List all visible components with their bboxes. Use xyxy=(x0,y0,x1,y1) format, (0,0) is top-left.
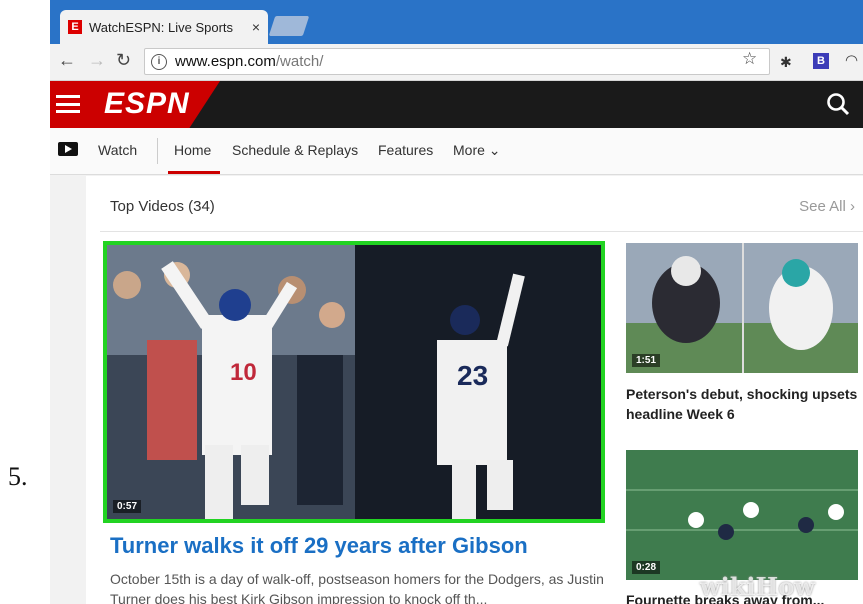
url-host: www.espn.com xyxy=(175,53,276,70)
bookmark-star-icon[interactable]: ☆ xyxy=(742,49,757,69)
reload-icon[interactable]: ↻ xyxy=(116,50,131,71)
back-arrow-icon[interactable]: ← xyxy=(58,50,76,71)
puzzle-extension-icon[interactable]: ✱ xyxy=(780,54,792,71)
browser-tab[interactable]: E WatchESPN: Live Sports × xyxy=(60,10,268,44)
tab-title: WatchESPN: Live Sports xyxy=(89,19,234,35)
step-number: 5. xyxy=(8,462,28,491)
extension-b-icon[interactable]: B xyxy=(813,53,829,69)
browser-screenshot: E WatchESPN: Live Sports × ← → ↻ i www.e… xyxy=(50,0,863,604)
nav-divider xyxy=(157,138,158,164)
side-video-thumbnail[interactable]: 1:51 xyxy=(626,243,858,373)
wikihow-watermark: wikiHow xyxy=(700,572,815,601)
svg-text:10: 10 xyxy=(230,359,257,386)
side-video-title[interactable]: Peterson's debut, shocking upsets headli… xyxy=(626,384,858,424)
tab-strip: E WatchESPN: Live Sports × xyxy=(50,0,863,44)
espn-logo[interactable]: ESPN xyxy=(104,87,190,121)
video-duration: 0:57 xyxy=(113,500,142,513)
video-duration: 0:28 xyxy=(632,561,661,574)
forward-arrow-icon[interactable]: → xyxy=(88,50,106,71)
watch-play-icon[interactable] xyxy=(58,142,78,156)
sub-navigation: Watch Home Schedule & Replays Features M… xyxy=(50,128,863,175)
new-tab-button[interactable] xyxy=(268,16,310,36)
football-field-photo xyxy=(626,450,858,580)
featured-video-headline[interactable]: Turner walks it off 29 years after Gibso… xyxy=(110,533,528,559)
menu-icon[interactable] xyxy=(56,95,80,113)
info-icon[interactable]: i xyxy=(151,53,167,70)
svg-text:23: 23 xyxy=(457,360,488,391)
nav-home[interactable]: Home xyxy=(174,142,211,158)
football-photo xyxy=(626,243,858,373)
side-video-thumbnail[interactable]: 0:28 xyxy=(626,450,858,580)
speedometer-icon[interactable]: ◠ xyxy=(845,51,858,69)
nav-schedule-replays[interactable]: Schedule & Replays xyxy=(232,142,358,158)
nav-more[interactable]: More ⌄ xyxy=(453,142,501,159)
espn-header: ESPN xyxy=(50,81,863,128)
active-tab-indicator xyxy=(168,171,220,174)
featured-video-description: October 15th is a day of walk-off, posts… xyxy=(110,571,604,604)
search-icon[interactable] xyxy=(825,91,851,117)
browser-toolbar: ← → ↻ i www.espn.com/watch/ ☆ ✱ B ◠ xyxy=(50,44,863,81)
section-title: Top Videos (34) xyxy=(110,198,215,215)
baseball-photo: 10 23 xyxy=(107,245,601,519)
url-path: /watch/ xyxy=(275,53,324,70)
see-all-link[interactable]: See All › xyxy=(799,198,855,215)
main-content: Top Videos (34) See All › 10 23 0:57 Tur… xyxy=(86,176,863,604)
section-divider xyxy=(100,231,863,232)
espn-favicon-icon: E xyxy=(68,20,82,34)
nav-features[interactable]: Features xyxy=(378,142,433,158)
video-duration: 1:51 xyxy=(632,354,661,367)
tab-close-icon[interactable]: × xyxy=(252,19,260,35)
nav-watch[interactable]: Watch xyxy=(98,142,137,158)
featured-video-thumbnail[interactable]: 10 23 0:57 xyxy=(103,241,605,523)
address-bar[interactable]: i www.espn.com/watch/ xyxy=(144,48,770,75)
